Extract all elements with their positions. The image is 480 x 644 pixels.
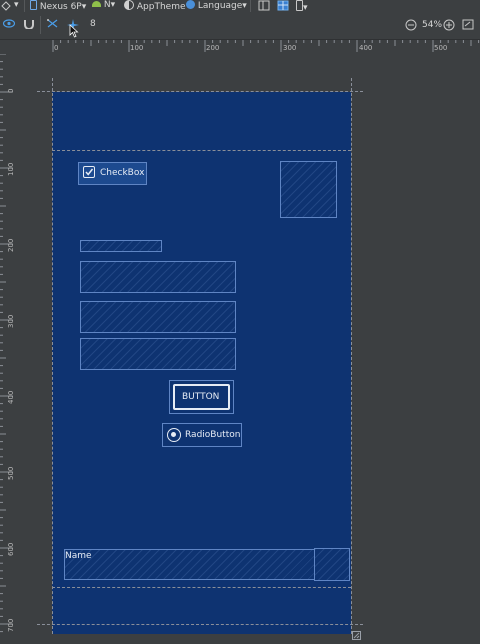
vertical-ruler: 0 100 200 300 400 500 600 700: [0, 54, 15, 634]
ruler-label: 0: [54, 44, 59, 52]
ruler-label: 300: [283, 44, 297, 52]
divider: [250, 0, 251, 12]
ruler-label: 0: [7, 88, 15, 93]
theme-icon: [124, 0, 134, 10]
guide-line: [52, 78, 53, 634]
autoconnect-button[interactable]: [23, 19, 35, 32]
zoom-to-fit-button[interactable]: [462, 19, 474, 33]
chevron-down-icon: ▾: [81, 2, 87, 12]
name-input-placeholder[interactable]: Name: [64, 549, 315, 580]
divider: [40, 16, 41, 34]
design-view-button[interactable]: [258, 0, 270, 13]
device-dropdown[interactable]: Nexus 6P▾: [30, 0, 86, 13]
ruler-label: 600: [7, 542, 15, 556]
api-label: N: [103, 0, 111, 10]
orientation-dropdown[interactable]: [0, 0, 12, 13]
ruler-label: 700: [7, 618, 15, 632]
show-constraints-button[interactable]: [2, 19, 16, 31]
ruler-label: 400: [359, 44, 373, 52]
ruler-label: 400: [7, 390, 15, 404]
ruler-label: 200: [7, 238, 15, 252]
blueprint-icon: [277, 0, 289, 11]
edit-text-placeholder[interactable]: [80, 301, 236, 333]
side-view-placeholder[interactable]: [314, 548, 350, 581]
rotate-icon: [1, 1, 11, 11]
resize-icon: [352, 631, 361, 640]
ruler-label: 200: [206, 44, 220, 52]
horizontal-ruler: 0 100 200 300 400 500: [0, 40, 480, 54]
ruler-label: 300: [7, 314, 15, 328]
checkbox-label: CheckBox: [100, 168, 145, 178]
globe-icon: [186, 0, 195, 9]
clear-constraints-button[interactable]: [46, 18, 59, 32]
button-label: BUTTON: [182, 392, 220, 402]
theme-label: AppTheme: [136, 2, 186, 12]
blueprint-view-button[interactable]: [277, 0, 289, 13]
eye-icon: [2, 19, 16, 28]
radio-button-label: RadioButton: [185, 430, 241, 440]
layout-toolbar: 8 54%: [0, 13, 480, 40]
ruler-label: 100: [130, 44, 144, 52]
checkbox-widget[interactable]: CheckBox: [78, 162, 147, 185]
zoom-in-icon: [443, 19, 455, 31]
device-orientation-dropdown[interactable]: ▾: [296, 0, 308, 13]
fit-screen-icon: [462, 19, 474, 30]
image-view-placeholder[interactable]: [280, 161, 337, 218]
guide-line: [52, 150, 351, 151]
device-label: Nexus 6P: [39, 2, 82, 12]
ruler-label: 100: [7, 162, 15, 176]
ruler-label: 500: [7, 466, 15, 480]
theme-dropdown[interactable]: AppTheme: [124, 0, 186, 13]
zoom-level: 54%: [422, 20, 443, 30]
default-margin-value[interactable]: 8: [90, 19, 96, 29]
layout-icon: [258, 0, 270, 11]
radio-icon: [167, 428, 181, 442]
zoom-out-icon: [405, 19, 417, 31]
edit-text-placeholder[interactable]: [80, 338, 236, 370]
chevron-down-icon: ▾: [242, 1, 247, 11]
phone-icon: [296, 0, 303, 11]
magnet-icon: [24, 20, 34, 30]
edit-text-placeholder[interactable]: [80, 261, 236, 293]
guide-line: [351, 78, 352, 634]
api-dropdown[interactable]: N▾: [92, 0, 115, 13]
chevron-down-icon: ▾: [14, 0, 19, 10]
resize-handle[interactable]: [352, 625, 361, 640]
phone-icon: [30, 0, 37, 10]
radio-button-widget[interactable]: RadioButton: [162, 423, 242, 447]
zoom-out-button[interactable]: [405, 19, 417, 34]
guide-line: [37, 91, 363, 92]
language-label: Language: [197, 1, 243, 11]
button-widget[interactable]: BUTTON: [169, 380, 234, 414]
checkbox-icon: [83, 166, 95, 178]
text-view-placeholder[interactable]: [80, 240, 162, 252]
chevron-down-icon: ▾: [303, 3, 308, 13]
chevron-down-icon: ▾: [110, 0, 116, 10]
divider: [24, 0, 25, 12]
clear-constraints-icon: [47, 19, 58, 28]
guide-line: [37, 624, 363, 625]
language-dropdown[interactable]: Language▾: [186, 0, 247, 13]
ruler-label: 500: [434, 44, 448, 52]
top-toolbar: ▾ Nexus 6P▾ N▾ AppTheme Language▾ ▾: [0, 0, 480, 13]
android-icon: [92, 1, 101, 7]
mouse-cursor-icon: [69, 24, 79, 41]
zoom-in-button[interactable]: [443, 19, 455, 34]
name-hint: Name: [65, 551, 92, 561]
guide-line: [52, 587, 351, 588]
